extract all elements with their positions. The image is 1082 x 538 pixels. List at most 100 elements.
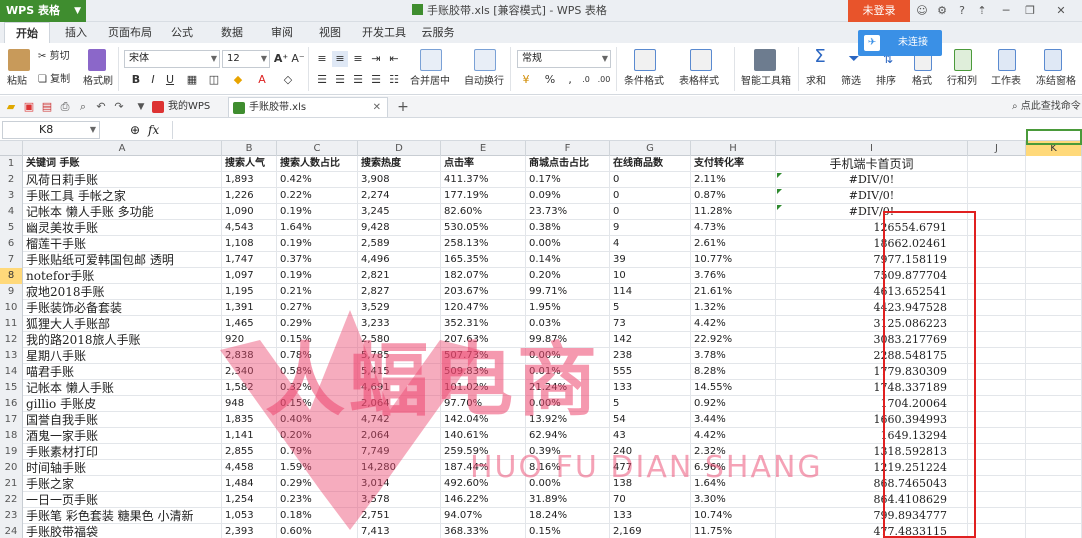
- cell-k23[interactable]: [1026, 508, 1082, 524]
- wrap-text-button[interactable]: 自动换行: [464, 76, 504, 88]
- tab-data[interactable]: 数据: [214, 22, 250, 43]
- freeze-panes-button[interactable]: 冻结窗格: [1036, 76, 1076, 88]
- cell-b11[interactable]: 1,465: [222, 316, 277, 332]
- cell-f6[interactable]: 0.00%: [526, 236, 610, 252]
- cell-a8[interactable]: notefor手账: [23, 268, 222, 284]
- cell-e18[interactable]: 140.61%: [441, 428, 526, 444]
- cell-g15[interactable]: 133: [610, 380, 691, 396]
- cell-b24[interactable]: 2,393: [222, 524, 277, 538]
- cell-e3[interactable]: 177.19%: [441, 188, 526, 204]
- cell-g24[interactable]: 2,169: [610, 524, 691, 538]
- underline-button[interactable]: U: [162, 72, 178, 88]
- tab-formulas[interactable]: 公式: [164, 22, 200, 43]
- cell-i2[interactable]: #DIV/0!: [776, 172, 968, 188]
- cell-j2[interactable]: [968, 172, 1026, 188]
- tab-my-wps[interactable]: 我的WPS: [148, 97, 226, 117]
- cell-a23[interactable]: 手账笔 彩色套装 糖果色 小清新: [23, 508, 222, 524]
- cell-b6[interactable]: 1,108: [222, 236, 277, 252]
- tab-review[interactable]: 审阅: [264, 22, 300, 43]
- name-box[interactable]: K8 ▼: [2, 121, 100, 139]
- paste-button[interactable]: 粘贴: [7, 76, 27, 88]
- cell-h3[interactable]: 0.87%: [691, 188, 776, 204]
- cell-d3[interactable]: 2,274: [358, 188, 441, 204]
- distribute-icon[interactable]: ☷: [386, 72, 402, 88]
- row-header[interactable]: 23: [0, 508, 23, 524]
- cell-k10[interactable]: [1026, 300, 1082, 316]
- cell-g4[interactable]: 0: [610, 204, 691, 220]
- bold-button[interactable]: B: [128, 72, 144, 88]
- indent-icon[interactable]: ⇥: [368, 51, 384, 67]
- row-header[interactable]: 3: [0, 188, 23, 204]
- cell-a7[interactable]: 手账贴纸可爱韩国包邮 透明: [23, 252, 222, 268]
- cell-e6[interactable]: 258.13%: [441, 236, 526, 252]
- cell-c7[interactable]: 0.37%: [277, 252, 358, 268]
- cell-d22[interactable]: 3,578: [358, 492, 441, 508]
- cell-k21[interactable]: [1026, 476, 1082, 492]
- cell-h12[interactable]: 22.92%: [691, 332, 776, 348]
- cell-g2[interactable]: 0: [610, 172, 691, 188]
- cell-c22[interactable]: 0.23%: [277, 492, 358, 508]
- zoom-icon[interactable]: ⊕: [130, 119, 140, 141]
- cell-h7[interactable]: 10.77%: [691, 252, 776, 268]
- cell-a18[interactable]: 酒鬼一家手账: [23, 428, 222, 444]
- column-header-h[interactable]: H: [691, 141, 776, 156]
- cell-f4[interactable]: 23.73%: [526, 204, 610, 220]
- cell-j21[interactable]: [968, 476, 1026, 492]
- cell-a10[interactable]: 手账装饰必备套装: [23, 300, 222, 316]
- redo-icon[interactable]: ↷: [112, 100, 126, 114]
- cell-d4[interactable]: 3,245: [358, 204, 441, 220]
- cell-a14[interactable]: 喵君手账: [23, 364, 222, 380]
- sort-button[interactable]: 排序: [876, 76, 896, 88]
- cell-g18[interactable]: 43: [610, 428, 691, 444]
- row-header[interactable]: 18: [0, 428, 23, 444]
- cell-b19[interactable]: 2,855: [222, 444, 277, 460]
- cell-g3[interactable]: 0: [610, 188, 691, 204]
- cell-f22[interactable]: 31.89%: [526, 492, 610, 508]
- cell-k6[interactable]: [1026, 236, 1082, 252]
- cell-b3[interactable]: 1,226: [222, 188, 277, 204]
- align-center-icon[interactable]: ☰: [332, 72, 348, 88]
- cell-k7[interactable]: [1026, 252, 1082, 268]
- tab-developer[interactable]: 开发工具: [358, 22, 410, 43]
- cell-h2[interactable]: 2.11%: [691, 172, 776, 188]
- tab-view[interactable]: 视图: [312, 22, 348, 43]
- tab-current-file[interactable]: 手账胶带.xls ✕: [228, 97, 388, 117]
- cell-c6[interactable]: 0.19%: [277, 236, 358, 252]
- cell-j10[interactable]: [968, 300, 1026, 316]
- cell-f24[interactable]: 0.15%: [526, 524, 610, 538]
- format-button[interactable]: 格式: [912, 76, 932, 88]
- cell-e11[interactable]: 352.31%: [441, 316, 526, 332]
- sum-button[interactable]: 求和: [806, 76, 826, 88]
- cell-i1[interactable]: 手机端卡首页词: [776, 156, 968, 172]
- cell-b23[interactable]: 1,053: [222, 508, 277, 524]
- cell-h23[interactable]: 10.74%: [691, 508, 776, 524]
- cell-d21[interactable]: 3,014: [358, 476, 441, 492]
- undo-icon[interactable]: ↶: [94, 100, 108, 114]
- close-icon[interactable]: ✕: [1046, 0, 1076, 22]
- cell-d9[interactable]: 2,827: [358, 284, 441, 300]
- cell-b20[interactable]: 4,458: [222, 460, 277, 476]
- cell-k14[interactable]: [1026, 364, 1082, 380]
- cell-g8[interactable]: 10: [610, 268, 691, 284]
- cell-g16[interactable]: 5: [610, 396, 691, 412]
- cell-a5[interactable]: 幽灵美妆手账: [23, 220, 222, 236]
- cell-k4[interactable]: [1026, 204, 1082, 220]
- font-color-icon[interactable]: A: [254, 72, 270, 88]
- percent-button[interactable]: %: [542, 72, 558, 88]
- cell-f10[interactable]: 1.95%: [526, 300, 610, 316]
- cell-a21[interactable]: 手账之家: [23, 476, 222, 492]
- cell-b22[interactable]: 1,254: [222, 492, 277, 508]
- row-header[interactable]: 1: [0, 156, 23, 172]
- cell-e23[interactable]: 94.07%: [441, 508, 526, 524]
- login-button[interactable]: 未登录: [848, 0, 910, 22]
- cell-e10[interactable]: 120.47%: [441, 300, 526, 316]
- column-header-d[interactable]: D: [358, 141, 441, 156]
- cell-h9[interactable]: 21.61%: [691, 284, 776, 300]
- justify-icon[interactable]: ☰: [368, 72, 384, 88]
- minimize-icon[interactable]: ─: [996, 0, 1016, 22]
- cell-g17[interactable]: 54: [610, 412, 691, 428]
- cell-k13[interactable]: [1026, 348, 1082, 364]
- cell-d5[interactable]: 9,428: [358, 220, 441, 236]
- select-all-corner[interactable]: [0, 141, 23, 156]
- cell-j1[interactable]: [968, 156, 1026, 172]
